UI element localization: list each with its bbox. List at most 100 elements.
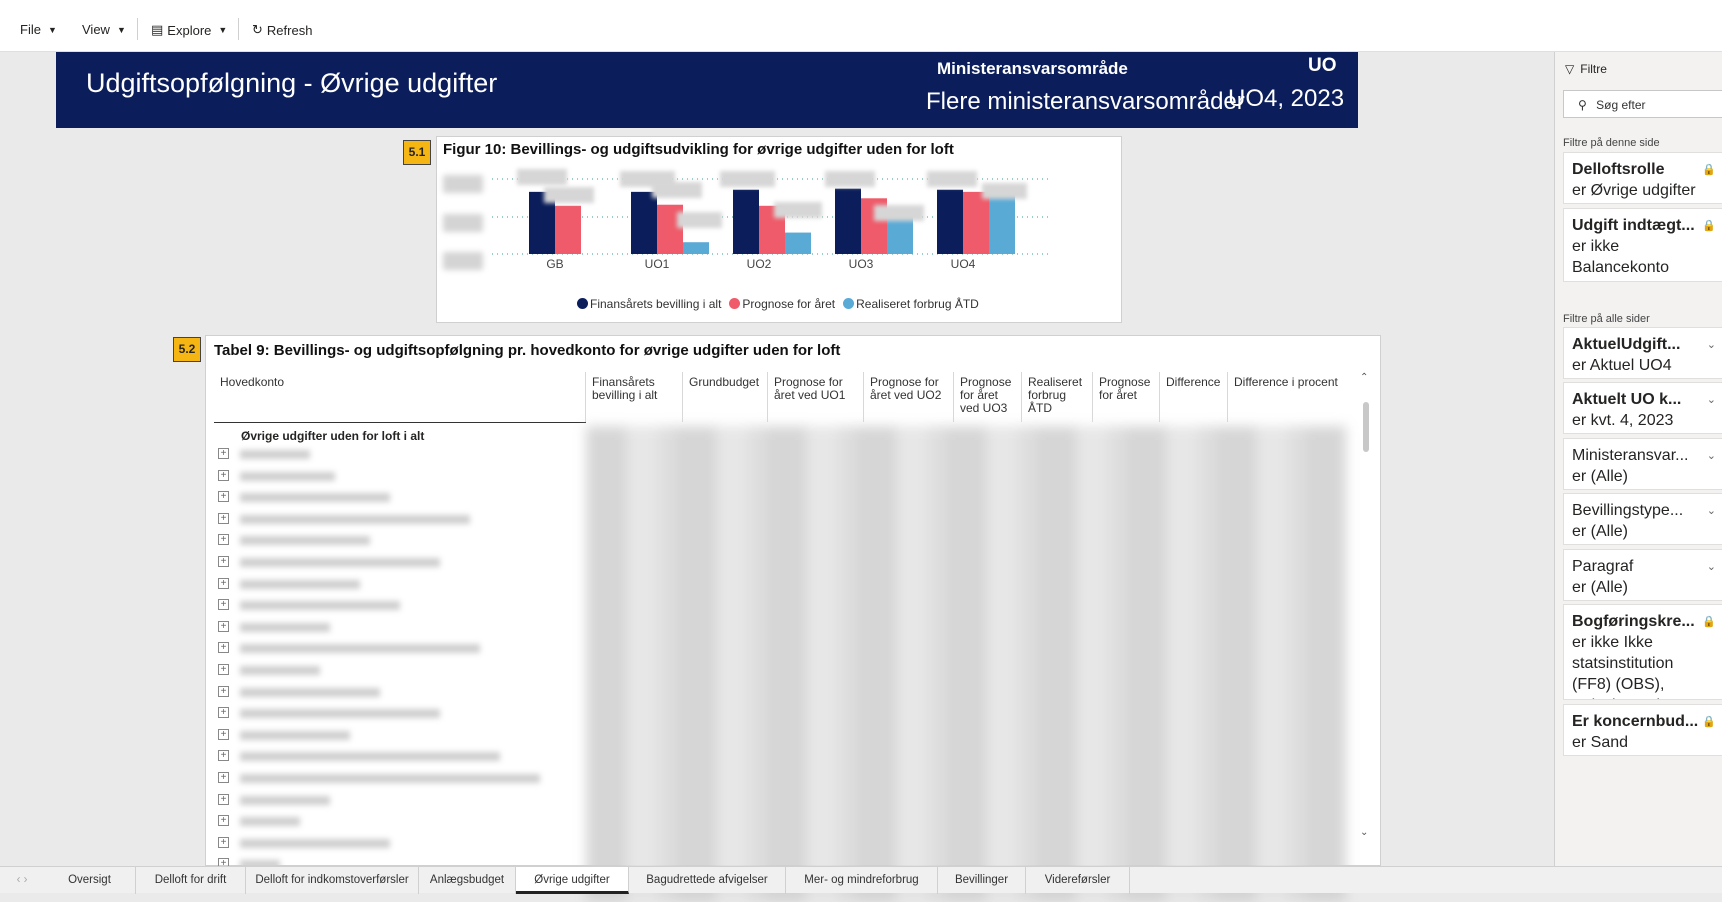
refresh-button[interactable]: ↻ Refresh (252, 22, 312, 38)
table-row[interactable]: + (214, 595, 586, 617)
view-menu[interactable]: View ▼ (82, 22, 126, 37)
table-row[interactable]: + (214, 509, 586, 531)
filter-name: Bogføringskre... (1572, 613, 1695, 630)
filter-card[interactable]: Ministeransvar... er (Alle) ⌄ (1563, 438, 1722, 490)
filter-search-input[interactable]: ⚲ Søg efter (1563, 90, 1722, 118)
chevron-down-icon[interactable]: ⌄ (1707, 446, 1716, 467)
chevron-down-icon[interactable]: ⌄ (1707, 390, 1716, 411)
bar-uo1-series-1[interactable] (631, 191, 657, 254)
expand-icon[interactable]: + (218, 491, 229, 503)
table-row[interactable]: + (214, 746, 586, 768)
col-header[interactable]: Realiseret forbrug ÅTD (1022, 372, 1093, 422)
table-row[interactable]: + (214, 444, 586, 466)
bar-uo3-series-1[interactable] (835, 188, 861, 254)
tab-anlægsbudget[interactable]: Anlægsbudget (419, 867, 516, 894)
expand-icon[interactable]: + (218, 771, 229, 783)
bar-gb-series-2[interactable] (555, 205, 581, 254)
blurred-row-label (240, 514, 470, 524)
table-row[interactable]: + (214, 617, 586, 639)
table-row[interactable]: + (214, 768, 586, 790)
tab-mer-og-mindreforbrug[interactable]: Mer- og mindreforbrug (786, 867, 938, 894)
table-row[interactable]: + (214, 487, 586, 509)
tab-delloft-for-drift[interactable]: Delloft for drift (136, 867, 246, 894)
expand-icon[interactable]: + (218, 469, 229, 481)
table-row[interactable]: + (214, 638, 586, 660)
expand-icon[interactable]: + (218, 620, 229, 632)
filter-card[interactable]: Bevillingstype... er (Alle) ⌄ (1563, 493, 1722, 545)
expand-icon[interactable]: + (218, 555, 229, 567)
chevron-up-icon[interactable]: ⌃ (1360, 372, 1368, 383)
table-row[interactable]: + (214, 530, 586, 552)
col-header[interactable]: Difference i procent (1228, 372, 1354, 422)
filter-card[interactable]: Aktuelt UO k... er kvt. 4, 2023 ⌄ (1563, 382, 1722, 434)
bar-uo4-series-1[interactable] (937, 189, 963, 254)
table-row[interactable]: + (214, 682, 586, 704)
table-row[interactable]: + (214, 811, 586, 833)
expand-icon[interactable]: + (218, 750, 229, 762)
file-label: File (20, 22, 41, 37)
filter-card[interactable]: Bogføringskre... er ikke Ikke statsinsti… (1563, 604, 1722, 700)
tab-bagudrettede-afvigelser[interactable]: Bagudrettede afvigelser (629, 867, 786, 894)
expand-icon[interactable]: + (218, 728, 229, 740)
expand-icon[interactable]: + (218, 707, 229, 719)
expand-icon[interactable]: + (218, 685, 229, 697)
tab-øvrige-udgifter[interactable]: Øvrige udgifter (516, 867, 629, 894)
blurred-values (586, 426, 1346, 902)
col-header[interactable]: Grundbudget (683, 372, 768, 422)
table-card[interactable]: Tabel 9: Bevillings- og udgiftsopfølgnin… (205, 335, 1381, 902)
expand-icon[interactable]: + (218, 836, 229, 848)
chevron-down-icon[interactable]: ⌄ (1707, 557, 1716, 578)
chevron-down-icon[interactable]: ⌄ (1360, 827, 1368, 838)
expand-icon[interactable]: + (218, 534, 229, 546)
table-row[interactable]: + (214, 466, 586, 488)
bar-uo1-series-3[interactable] (683, 242, 709, 254)
expand-icon[interactable]: + (218, 642, 229, 654)
scroll-thumb[interactable] (1363, 402, 1369, 452)
expand-icon[interactable]: + (218, 512, 229, 524)
bar-uo2-series-1[interactable] (733, 189, 759, 254)
report-canvas: Udgiftsopfølgning - Øvrige udgifter Mini… (8, 52, 1554, 902)
filter-card[interactable]: AktuelUdgift... er Aktuel UO4 ⌄ (1563, 327, 1722, 379)
tab-nav-arrows[interactable]: ‹ › (0, 867, 44, 894)
legend-dot (577, 298, 588, 309)
table-row[interactable]: + (214, 725, 586, 747)
tab-delloft-for-indkomstoverførsler[interactable]: Delloft for indkomstoverførsler (246, 867, 419, 894)
tab-oversigt[interactable]: Oversigt (44, 867, 136, 894)
file-menu[interactable]: File ▼ (20, 22, 57, 37)
table-row[interactable]: + (214, 833, 586, 855)
table-row[interactable]: + (214, 660, 586, 682)
explore-menu[interactable]: ▤ Explore ▼ (151, 22, 227, 38)
expand-icon[interactable]: + (218, 599, 229, 611)
expand-icon[interactable]: + (218, 793, 229, 805)
bar-uo2-series-3[interactable] (785, 232, 811, 254)
expand-icon[interactable]: + (218, 663, 229, 675)
table-row[interactable]: + (214, 790, 586, 812)
expand-icon[interactable]: + (218, 448, 229, 459)
col-header[interactable]: Difference (1160, 372, 1228, 422)
filter-card[interactable]: Er koncernbud... er Sand 🔒 (1563, 704, 1722, 756)
chevron-down-icon[interactable]: ⌄ (1707, 501, 1716, 522)
expand-icon[interactable]: + (218, 577, 229, 589)
bar-uo4-series-3[interactable] (989, 192, 1015, 254)
filter-card[interactable]: Udgift indtægt... er ikke Balancekonto 🔒 (1563, 208, 1722, 282)
filter-card[interactable]: Delloftsrolle er Øvrige udgifter 🔒 (1563, 152, 1722, 204)
col-header[interactable]: Hovedkonto (214, 372, 586, 422)
expand-icon[interactable]: + (218, 815, 229, 827)
col-header[interactable]: Finansårets bevilling i alt (586, 372, 683, 422)
tab-bevillinger[interactable]: Bevillinger (938, 867, 1026, 894)
tab-videreførsler[interactable]: Videreførsler (1026, 867, 1130, 894)
table-row[interactable]: + (214, 574, 586, 596)
bar-uo4-series-2[interactable] (963, 191, 989, 254)
col-header[interactable]: Prognose for året ved UO1 (768, 372, 864, 422)
filter-name: Paragraf (1572, 558, 1634, 575)
col-header[interactable]: Prognose for året ved UO2 (864, 372, 954, 422)
table-scrollbar[interactable]: ⌃ ⌄ (1360, 372, 1372, 842)
table-row[interactable]: + (214, 552, 586, 574)
chevron-down-icon[interactable]: ⌄ (1707, 335, 1716, 356)
col-header[interactable]: Prognose for året ved UO3 (954, 372, 1022, 422)
figure-card[interactable]: Figur 10: Bevillings- og udgiftsudviklin… (436, 136, 1122, 323)
col-header[interactable]: Prognose for året (1093, 372, 1160, 422)
filter-pane-header: ▽ Filtre (1565, 62, 1607, 76)
filter-card[interactable]: Paragraf er (Alle) ⌄ (1563, 549, 1722, 601)
table-row[interactable]: + (214, 703, 586, 725)
